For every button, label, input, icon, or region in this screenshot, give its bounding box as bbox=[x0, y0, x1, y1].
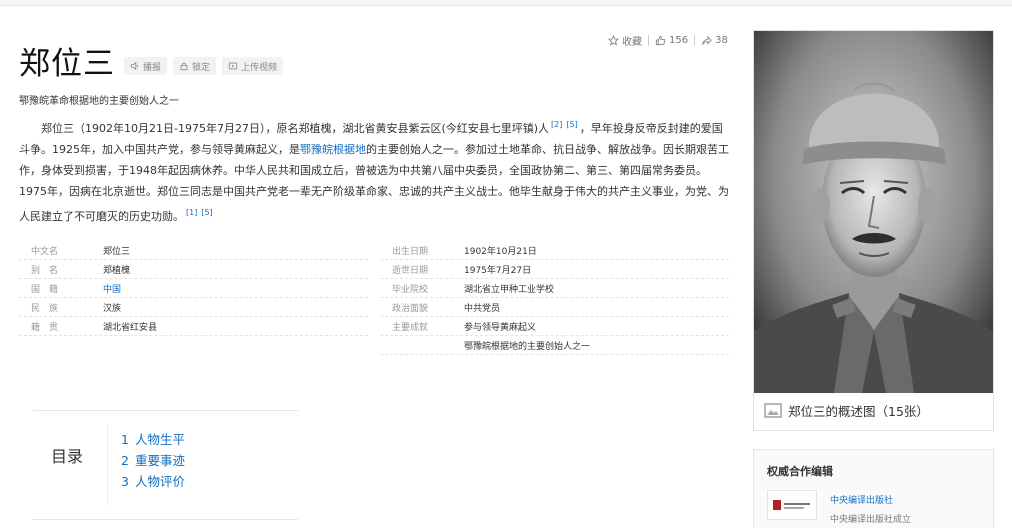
divider bbox=[107, 425, 108, 505]
share-button[interactable]: 38 bbox=[701, 35, 728, 46]
toc-item[interactable]: 3 人物评价 bbox=[121, 471, 185, 492]
portrait-photo[interactable] bbox=[754, 31, 993, 393]
broadcast-button[interactable]: 播报 bbox=[124, 57, 168, 75]
publisher-logo[interactable] bbox=[767, 490, 817, 520]
star-icon bbox=[608, 34, 619, 46]
summary-photo-card[interactable]: 郑位三的概述图（15张） bbox=[753, 30, 994, 431]
toc-item-number: 1 bbox=[121, 432, 129, 447]
info-key: 籍 贯 bbox=[31, 322, 59, 333]
photo-album-caption[interactable]: 郑位三的概述图（15张） bbox=[764, 401, 929, 420]
broadcast-label: 播报 bbox=[143, 62, 162, 73]
reference-link[interactable]: [5] bbox=[201, 208, 212, 217]
publisher-description: 中央编译出版社成立 bbox=[830, 515, 912, 525]
divider bbox=[694, 34, 696, 46]
toc-item-number: 3 bbox=[121, 474, 129, 489]
info-row: 籍 贯 湖北省红安县 bbox=[19, 317, 368, 336]
base-area-link[interactable]: 鄂豫皖根据地 bbox=[300, 143, 366, 156]
favorite-button[interactable]: 收藏 bbox=[608, 33, 642, 48]
image-gallery-icon bbox=[764, 403, 782, 418]
favorite-label: 收藏 bbox=[622, 36, 642, 48]
info-key: 国 籍 bbox=[31, 284, 59, 295]
info-value: 湖北省立甲种工业学校 bbox=[464, 284, 555, 295]
info-value: 郑位三 bbox=[103, 246, 131, 257]
share-count: 38 bbox=[715, 34, 728, 46]
page-title: 郑位三 bbox=[19, 46, 115, 82]
entry-actions: 收藏 156 38 bbox=[608, 33, 728, 48]
info-column-right: 出生日期 1902年10月21日 逝世日期 1975年7月27日 毕业院校 湖北省立甲… bbox=[380, 241, 729, 355]
like-button[interactable]: 156 bbox=[655, 35, 688, 46]
lock-button[interactable]: 锁定 bbox=[173, 57, 217, 75]
video-icon bbox=[228, 62, 238, 70]
publisher-logo-icon bbox=[773, 500, 810, 510]
nationality-link[interactable]: 中国 bbox=[103, 282, 121, 295]
info-key: 中文名 bbox=[31, 246, 59, 257]
toc-title: 目录 bbox=[51, 447, 84, 466]
info-value: 鄂豫皖根据地的主要创始人之一 bbox=[464, 341, 591, 352]
info-row: 鄂豫皖根据地的主要创始人之一 bbox=[380, 336, 729, 355]
authority-title: 权威合作编辑 bbox=[767, 465, 833, 478]
lock-label: 锁定 bbox=[192, 62, 211, 73]
toc-item-label: 人物生平 bbox=[134, 432, 185, 447]
info-row: 出生日期 1902年10月21日 bbox=[380, 241, 729, 260]
info-row: 国 籍 中国 bbox=[19, 279, 368, 298]
info-value: 汉族 bbox=[103, 303, 122, 314]
top-bar bbox=[0, 0, 1012, 6]
summary-text: 郑位三（1902年10月21日-1975年7月27日），原名郑植槐，湖北省黄安县… bbox=[41, 122, 550, 135]
entry-subtitle: 鄂豫皖革命根据地的主要创始人之一 bbox=[19, 96, 179, 107]
basic-info-box: 中文名 郑位三 别 名 郑植槐 国 籍 中国 民 族 汉族 籍 贯 湖北省红安县 出生日期… bbox=[19, 241, 729, 355]
info-key: 主要成就 bbox=[392, 322, 429, 333]
info-row: 毕业院校 湖北省立甲种工业学校 bbox=[380, 279, 729, 298]
divider bbox=[648, 34, 649, 46]
info-column-left: 中文名 郑位三 别 名 郑植槐 国 籍 中国 民 族 汉族 籍 贯 湖北省红安县 bbox=[19, 241, 368, 355]
info-row: 政治面貌 中共党员 bbox=[380, 298, 729, 317]
authority-editor-card: 权威合作编辑 中央编译出版社 中央编译出版社成立 bbox=[753, 449, 994, 528]
photo-caption-text: 郑位三的概述图（15张） bbox=[788, 404, 929, 419]
thumbs-up-icon bbox=[655, 35, 666, 45]
title-tools: 播报 锁定 上传视频 bbox=[124, 57, 284, 75]
info-key: 毕业院校 bbox=[392, 284, 429, 295]
speaker-icon bbox=[130, 61, 138, 71]
info-value: 郑植槐 bbox=[103, 265, 131, 276]
info-row: 别 名 郑植槐 bbox=[19, 260, 368, 279]
info-row: 中文名 郑位三 bbox=[19, 241, 368, 260]
toc-item-label: 重要事迹 bbox=[134, 453, 185, 468]
toc-item-number: 2 bbox=[121, 453, 129, 468]
info-value: 中共党员 bbox=[464, 303, 501, 314]
info-key: 民 族 bbox=[31, 303, 59, 314]
info-row: 逝世日期 1975年7月27日 bbox=[380, 260, 729, 279]
info-key: 出生日期 bbox=[392, 246, 429, 257]
like-count: 156 bbox=[669, 34, 689, 46]
lock-icon bbox=[180, 62, 188, 71]
portrait-image bbox=[754, 31, 993, 393]
info-key: 逝世日期 bbox=[392, 265, 429, 276]
info-value: 参与领导黄麻起义 bbox=[464, 322, 537, 333]
info-value: 1975年7月27日 bbox=[464, 265, 532, 276]
reference-link[interactable]: [2] bbox=[551, 120, 562, 129]
publisher-name-link[interactable]: 中央编译出版社 bbox=[830, 493, 893, 506]
info-key: 政治面貌 bbox=[392, 303, 429, 314]
share-icon bbox=[702, 35, 712, 45]
reference-link[interactable]: [5] bbox=[566, 120, 577, 129]
toc-item[interactable]: 1 人物生平 bbox=[121, 429, 185, 450]
info-value: 湖北省红安县 bbox=[103, 322, 158, 333]
info-row: 民 族 汉族 bbox=[19, 298, 368, 317]
info-value: 1902年10月21日 bbox=[464, 246, 537, 257]
reference-link[interactable]: [1] bbox=[186, 208, 197, 217]
info-key: 别 名 bbox=[31, 265, 59, 276]
table-of-contents: 目录 1 人物生平 2 重要事迹 3 人物评价 bbox=[33, 410, 298, 520]
entry-summary: 郑位三（1902年10月21日-1975年7月27日），原名郑植槐，湖北省黄安县… bbox=[19, 114, 731, 227]
upload-video-button[interactable]: 上传视频 bbox=[222, 57, 284, 75]
info-row: 主要成就 参与领导黄麻起义 bbox=[380, 317, 729, 336]
toc-item[interactable]: 2 重要事迹 bbox=[121, 450, 185, 471]
upload-video-label: 上传视频 bbox=[241, 62, 278, 73]
toc-item-label: 人物评价 bbox=[134, 474, 185, 489]
